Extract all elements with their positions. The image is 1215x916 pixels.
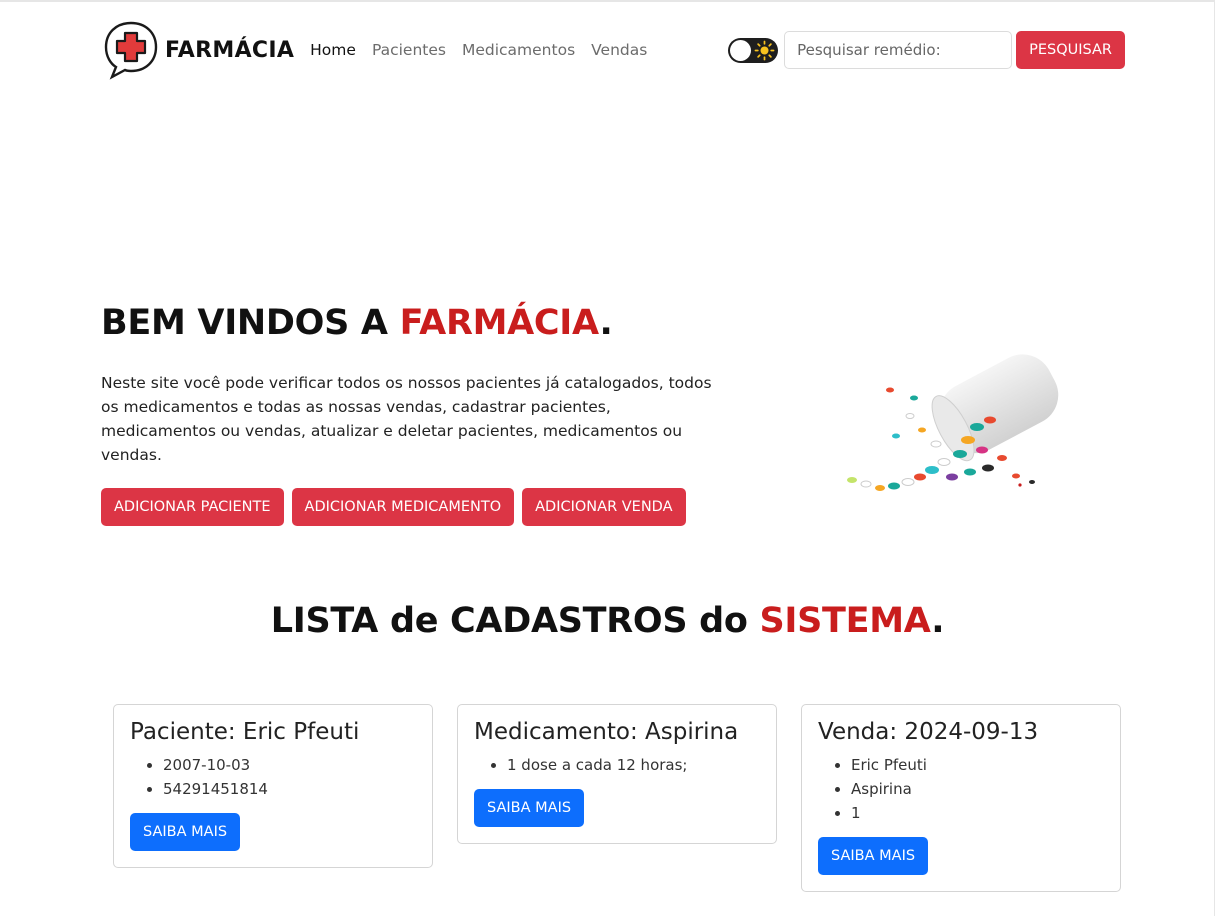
card-title: Medicamento: Aspirina bbox=[474, 719, 739, 745]
hero-title-accent: FARMÁCIA bbox=[399, 303, 600, 343]
search-button[interactable]: PESQUISAR bbox=[1016, 31, 1125, 69]
navbar: FARMÁCIA Home Pacientes Medicamentos Ven… bbox=[103, 18, 1125, 82]
add-medication-button[interactable]: ADICIONAR MEDICAMENTO bbox=[291, 488, 515, 526]
medication-more-button[interactable]: SAIBA MAIS bbox=[474, 789, 585, 827]
add-sale-button[interactable]: ADICIONAR VENDA bbox=[522, 488, 686, 526]
nav-link-vendas[interactable]: Vendas bbox=[591, 41, 647, 59]
patient-card: Paciente: Eric Pfeuti 2007-10-03 5429145… bbox=[113, 704, 433, 868]
section-title-prefix: LISTA de CADASTROS do bbox=[270, 601, 760, 641]
list-item: Eric Pfeuti bbox=[851, 753, 1104, 777]
sale-more-button[interactable]: SAIBA MAIS bbox=[818, 837, 929, 875]
list-item: 1 dose a cada 12 horas; bbox=[507, 753, 760, 777]
hero-actions: ADICIONAR PACIENTE ADICIONAR MEDICAMENTO… bbox=[101, 488, 686, 526]
list-item: Aspirina bbox=[851, 777, 1104, 801]
sun-icon bbox=[754, 40, 775, 60]
hero-title: BEM VINDOS A FARMÁCIA. bbox=[101, 303, 613, 343]
medical-cross-chat-icon bbox=[104, 21, 158, 80]
medication-card: Medicamento: Aspirina 1 dose a cada 12 h… bbox=[457, 704, 777, 844]
pill-bottle-image bbox=[847, 354, 1059, 491]
list-item: 1 bbox=[851, 801, 1104, 825]
section-title: LISTA de CADASTROS do SISTEMA. bbox=[0, 601, 1215, 641]
section-title-accent: SISTEMA bbox=[759, 601, 932, 641]
nav-link-pacientes[interactable]: Pacientes bbox=[372, 41, 446, 59]
list-item: 54291451814 bbox=[163, 777, 416, 801]
nav-link-home[interactable]: Home bbox=[310, 41, 356, 59]
card-title: Paciente: Eric Pfeuti bbox=[130, 719, 360, 745]
theme-toggle[interactable] bbox=[728, 37, 779, 63]
brand[interactable]: FARMÁCIA bbox=[103, 19, 294, 81]
sale-card: Venda: 2024-09-13 Eric Pfeuti Aspirina 1… bbox=[801, 704, 1121, 892]
add-patient-button[interactable]: ADICIONAR PACIENTE bbox=[101, 488, 284, 526]
hero-title-suffix: . bbox=[599, 303, 613, 343]
toggle-knob bbox=[730, 39, 752, 61]
nav-right: PESQUISAR bbox=[728, 31, 1125, 69]
card-list: 2007-10-03 54291451814 bbox=[130, 753, 416, 801]
search-input[interactable] bbox=[784, 31, 1013, 69]
section-title-suffix: . bbox=[931, 601, 945, 641]
hero-title-prefix: BEM VINDOS A bbox=[101, 303, 400, 343]
nav-link-medicamentos[interactable]: Medicamentos bbox=[462, 41, 575, 59]
nav-links: Home Pacientes Medicamentos Vendas bbox=[310, 41, 647, 59]
hero-description: Neste site você pode verificar todos os … bbox=[101, 374, 712, 464]
brand-name: FARMÁCIA bbox=[165, 37, 295, 63]
list-item: 2007-10-03 bbox=[163, 753, 416, 777]
card-list: 1 dose a cada 12 horas; bbox=[474, 753, 760, 777]
card-title: Venda: 2024-09-13 bbox=[818, 719, 1039, 745]
patient-more-button[interactable]: SAIBA MAIS bbox=[130, 813, 241, 851]
card-list: Eric Pfeuti Aspirina 1 bbox=[818, 753, 1104, 825]
